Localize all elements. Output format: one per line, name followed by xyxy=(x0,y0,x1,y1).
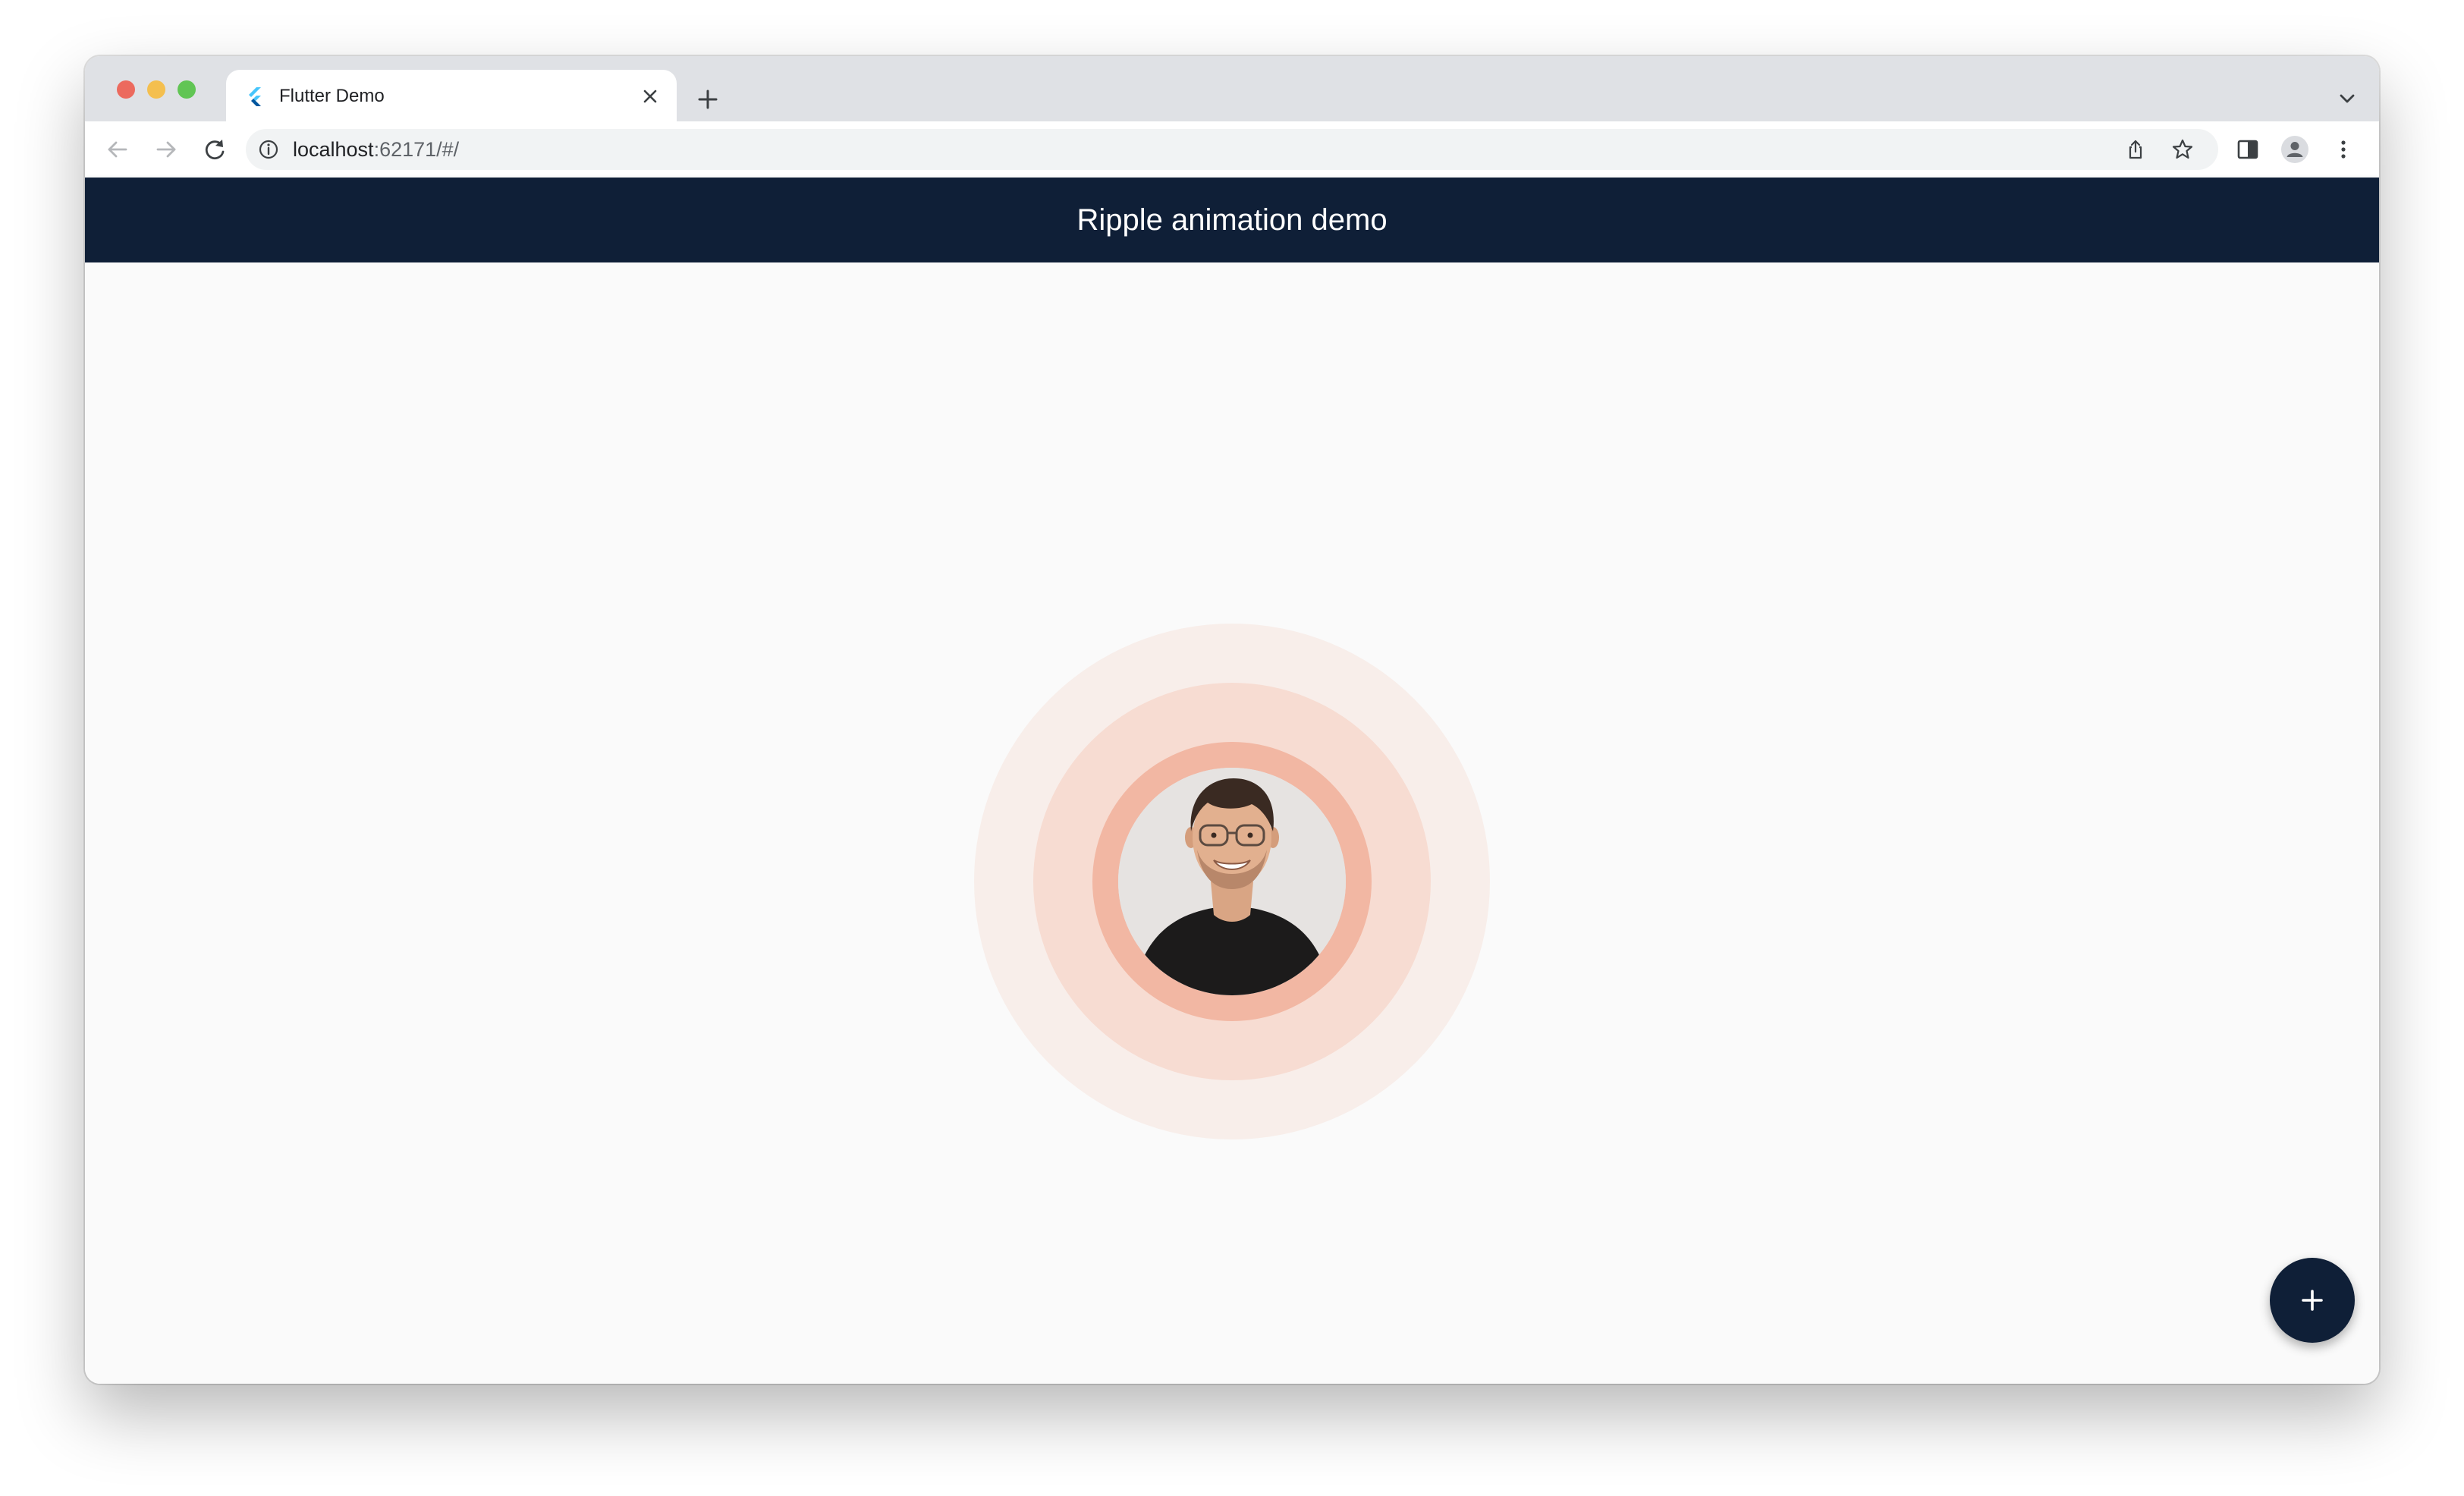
browser-toolbar: localhost:62171/#/ xyxy=(85,121,2379,179)
url-host: localhost xyxy=(293,138,374,161)
side-panel-icon[interactable] xyxy=(2233,135,2262,164)
url-text[interactable]: localhost:62171/#/ xyxy=(293,138,459,161)
address-bar[interactable]: localhost:62171/#/ xyxy=(246,129,2218,170)
browser-window: Flutter Demo localhost:62171/#/ Ripple a… xyxy=(85,56,2379,1384)
tab-strip: Flutter Demo xyxy=(85,56,2379,123)
app-bar: Ripple animation demo xyxy=(85,178,2379,262)
page-title: Ripple animation demo xyxy=(1076,203,1388,237)
person-portrait-image xyxy=(1118,768,1346,995)
minimize-window-button[interactable] xyxy=(147,80,165,99)
arrow-right-icon[interactable] xyxy=(150,134,182,165)
close-window-button[interactable] xyxy=(117,80,135,99)
plus-icon xyxy=(2302,1290,2323,1311)
avatar xyxy=(1118,768,1346,995)
tab-flutter-demo[interactable]: Flutter Demo xyxy=(226,70,677,123)
arrow-left-icon[interactable] xyxy=(102,134,134,165)
add-fab-button[interactable] xyxy=(2270,1258,2355,1343)
main-content xyxy=(85,262,2379,1384)
maximize-window-button[interactable] xyxy=(178,80,196,99)
star-icon[interactable] xyxy=(2171,138,2194,161)
profile-icon[interactable] xyxy=(2280,135,2309,164)
share-icon[interactable] xyxy=(2124,138,2147,161)
tab-title: Flutter Demo xyxy=(279,86,385,106)
flutter-logo-icon xyxy=(249,87,261,106)
info-icon[interactable] xyxy=(258,139,279,160)
close-icon[interactable] xyxy=(637,83,663,109)
kebab-menu-icon[interactable] xyxy=(2329,135,2358,164)
reload-icon[interactable] xyxy=(199,134,231,165)
url-path: :62171/#/ xyxy=(373,138,460,161)
new-tab-plus-icon[interactable] xyxy=(692,83,724,115)
chevron-down-icon[interactable] xyxy=(2335,86,2359,111)
